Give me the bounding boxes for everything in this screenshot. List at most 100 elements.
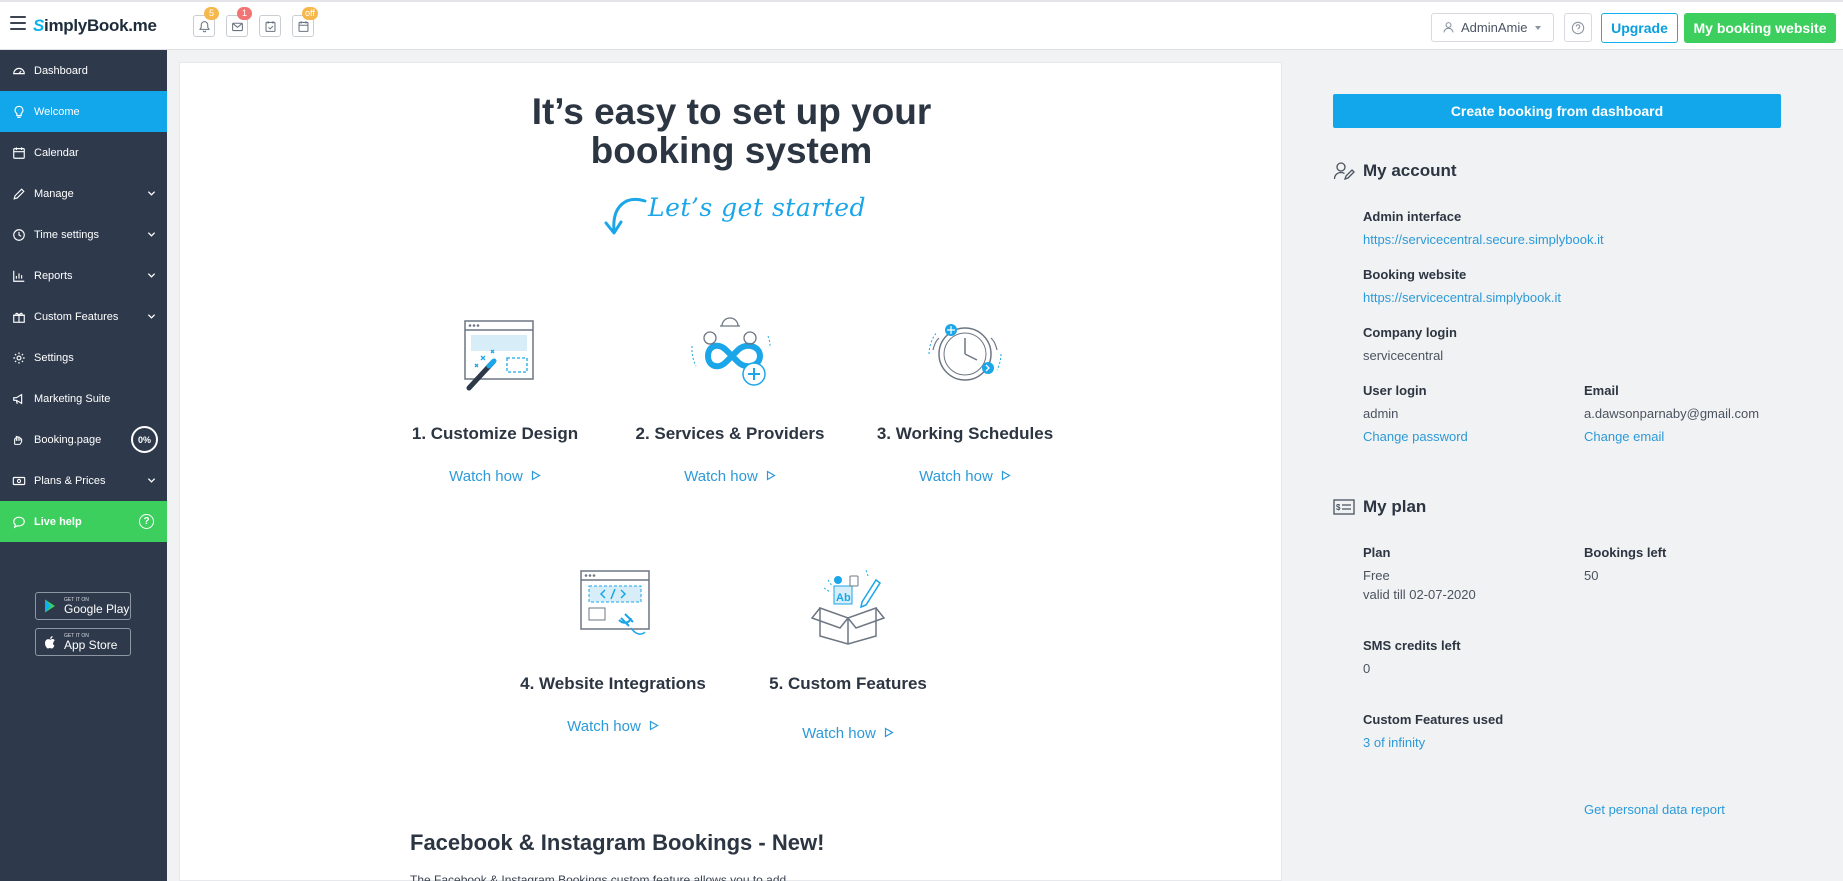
company-login-value: servicecentral: [1363, 348, 1444, 363]
custom-features-used-link[interactable]: 3 of infinity: [1363, 735, 1425, 750]
messages-badge: 1: [237, 7, 252, 20]
play-outline-icon: [649, 720, 659, 731]
sidebar-item-marketing-suite[interactable]: Marketing Suite: [0, 378, 167, 419]
watch-how-link[interactable]: Watch how: [850, 468, 1080, 485]
booking-website-label: Booking website: [1363, 267, 1467, 282]
feature-title: 3. Working Schedules: [876, 424, 1054, 443]
sms-credits-label: SMS credits left: [1363, 638, 1461, 653]
bar-chart-icon: [13, 270, 25, 282]
sidebar-item-label: Calendar: [34, 146, 79, 159]
custom-features-used-label: Custom Features used: [1363, 712, 1504, 727]
sidebar-item-reports[interactable]: Reports: [0, 255, 167, 296]
help-button[interactable]: [1564, 13, 1592, 42]
company-login-label: Company login: [1363, 325, 1457, 340]
lightbulb-icon: [14, 105, 24, 118]
my-booking-website-button[interactable]: My booking website: [1684, 13, 1836, 43]
feature-customize-design: 1. Customize Design Watch how: [380, 316, 610, 485]
facebook-instagram-title: Facebook & Instagram Bookings - New!: [410, 830, 825, 855]
sidebar-item-label: Settings: [34, 351, 74, 364]
hero-line-1: It’s easy to set up your: [531, 91, 932, 132]
sidebar-item-settings[interactable]: Settings: [0, 337, 167, 378]
watch-how-link[interactable]: Watch how: [615, 468, 845, 485]
personal-data-report-link[interactable]: Get personal data report: [1584, 802, 1725, 817]
calendar-check-icon: [265, 20, 275, 32]
gift-icon: [13, 312, 25, 323]
chevron-down-icon: [147, 314, 156, 319]
user-edit-icon: [1333, 162, 1355, 181]
change-email-link[interactable]: Change email: [1584, 429, 1664, 444]
booking-website-link[interactable]: https://servicecentral.simplybook.it: [1363, 290, 1561, 305]
logo-s: S: [33, 16, 45, 35]
sidebar-item-manage[interactable]: Manage: [0, 173, 167, 214]
simplybook-logo[interactable]: SimplyBook.me: [33, 16, 157, 36]
top-bar: SimplyBook.me 5 1 off AdminAmie Upgrade …: [0, 0, 1843, 50]
sidebar-item-label: Live help: [34, 515, 82, 528]
google-play-icon: [45, 599, 55, 613]
sidebar-item-welcome[interactable]: Welcome: [0, 91, 167, 132]
svg-text:$: $: [1336, 503, 1341, 512]
sidebar-item-label: Marketing Suite: [34, 392, 111, 405]
messages-button[interactable]: 1: [226, 7, 252, 37]
logo-text: implyBook: [44, 16, 129, 35]
speedometer-icon: [13, 67, 25, 74]
clock-icon: [13, 228, 25, 241]
notifications-button[interactable]: 5: [193, 7, 219, 37]
play-icon: [884, 725, 894, 738]
plan-value: Free: [1363, 568, 1390, 583]
sidebar-item-label: Reports: [34, 269, 73, 282]
user-menu-button[interactable]: AdminAmie: [1431, 13, 1554, 42]
admin-interface-link[interactable]: https://servicecentral.secure.simplybook…: [1363, 232, 1604, 247]
feature-working-schedules: 3. Working Schedules Watch how: [850, 316, 1080, 485]
create-booking-button[interactable]: Create booking from dashboard: [1333, 94, 1781, 128]
welcome-card: It’s easy to set up your booking system …: [179, 62, 1282, 881]
notifications-badge: 5: [204, 7, 219, 20]
watch-how-label: Watch how: [802, 725, 876, 742]
google-play-text: GET IT ON Google Play: [64, 597, 129, 616]
app-store-badge[interactable]: GET IT ON App Store: [35, 628, 131, 656]
sidebar-item-label: Custom Features: [34, 310, 119, 323]
sidebar-item-label: Manage: [34, 187, 74, 200]
user-icon: [1443, 22, 1454, 33]
change-password-link[interactable]: Change password: [1363, 429, 1468, 444]
sidebar-item-label: Booking.page: [34, 433, 102, 446]
sidebar-item-live-help[interactable]: Live help ?: [0, 501, 167, 542]
tasks-button[interactable]: [259, 15, 281, 37]
code-window-icon: [580, 570, 650, 635]
watch-how-link[interactable]: Watch how: [380, 468, 610, 485]
app-store-text: GET IT ON App Store: [64, 633, 117, 652]
play-outline-icon: [884, 727, 894, 738]
my-account-heading: My account: [1333, 160, 1457, 182]
sidebar-item-label: Welcome: [34, 105, 80, 118]
page-title: It’s easy to set up your booking system: [180, 92, 1283, 170]
sidebar-item-booking-page[interactable]: Booking.page 0%: [0, 419, 167, 460]
sidebar-item-time-settings[interactable]: Time settings: [0, 214, 167, 255]
money-icon: [12, 476, 26, 485]
sidebar-item-label: Time settings: [34, 228, 100, 241]
feature-title: 5. Custom Features: [769, 674, 927, 693]
chevron-down-icon: [147, 232, 156, 237]
sidebar-item-plans-prices[interactable]: Plans & Prices: [0, 460, 167, 501]
plan-valid-till: valid till 02-07-2020: [1363, 587, 1476, 602]
google-play-badge[interactable]: GET IT ON Google Play: [35, 592, 131, 620]
gear-icon: [13, 351, 25, 364]
question-icon: ?: [139, 514, 154, 529]
sidebar-item-custom-features[interactable]: Custom Features: [0, 296, 167, 337]
play-outline-icon: [766, 470, 776, 481]
sidebar-item-label: Plans & Prices: [34, 474, 106, 487]
sidebar-item-dashboard[interactable]: Dashboard: [0, 50, 167, 91]
bookings-left-value: 50: [1584, 568, 1599, 583]
watch-how-link[interactable]: Watch how: [498, 718, 728, 735]
sidebar-item-calendar[interactable]: Calendar: [0, 132, 167, 173]
email-value: a.dawsonparnaby@gmail.com: [1584, 406, 1760, 421]
upgrade-button[interactable]: Upgrade: [1601, 13, 1678, 43]
feature-title: 2. Services & Providers: [635, 424, 825, 443]
chat-bubble-icon: [13, 516, 25, 528]
menu-icon[interactable]: [10, 16, 26, 30]
apple-icon: [45, 636, 55, 649]
play-outline-icon: [1001, 470, 1011, 481]
play-icon: [649, 718, 659, 731]
chevron-down-icon: [147, 273, 156, 278]
calendar-sync-button[interactable]: off: [292, 7, 318, 37]
admin-interface-label: Admin interface: [1363, 209, 1462, 224]
watch-how-link[interactable]: Watch how: [733, 725, 963, 742]
